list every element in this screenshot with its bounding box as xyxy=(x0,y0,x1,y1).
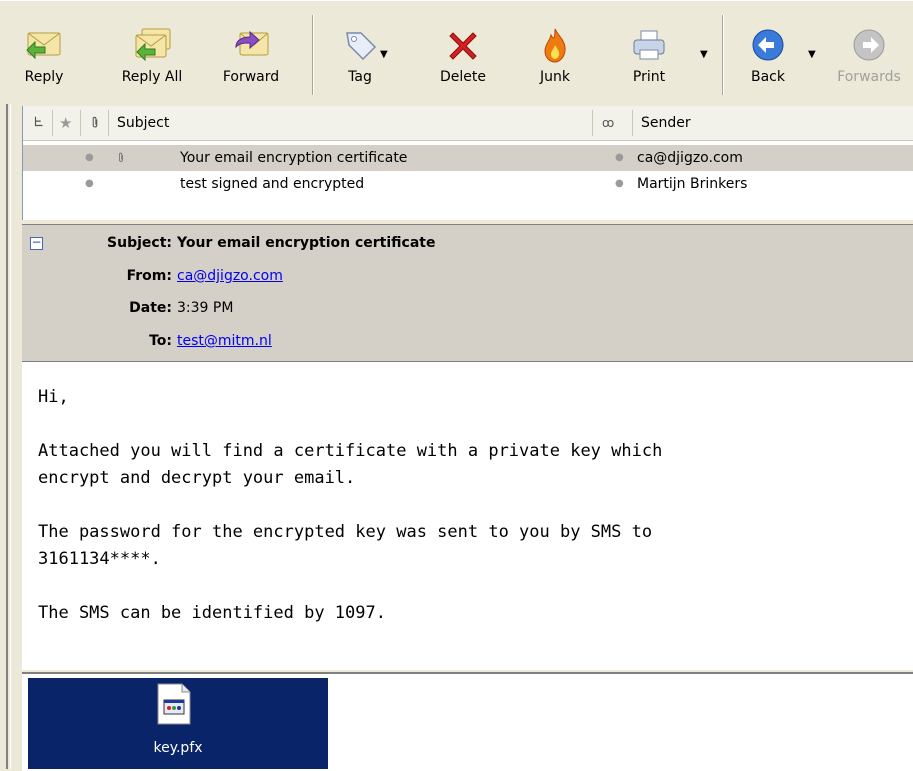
header-date-row: Date: 3:39 PM xyxy=(22,294,913,322)
reply-all-label: Reply All xyxy=(121,69,183,85)
thread-header: ★ Subject ꝏ Sender xyxy=(23,106,913,141)
forward-icon xyxy=(235,30,269,56)
tag-label: Tag xyxy=(348,69,372,85)
tag-icon xyxy=(346,32,377,61)
toolbar-separator xyxy=(722,15,724,95)
to-email-link[interactable]: test@mitm.nl xyxy=(177,327,272,355)
forward-arrow-icon xyxy=(853,29,885,61)
forwards-button[interactable]: Forwards xyxy=(826,1,912,101)
forwards-label: Forwards xyxy=(837,69,901,85)
read-status-dot-icon: ● xyxy=(615,178,624,189)
message-row[interactable]: ● test signed and encrypted ● Martijn Br… xyxy=(23,171,913,197)
splitter-line xyxy=(6,104,8,769)
attachment-pane: key.pfx xyxy=(22,672,913,771)
back-button[interactable]: Back xyxy=(738,1,798,101)
thread-column-header[interactable] xyxy=(25,110,53,136)
attachment-column-header[interactable] xyxy=(81,110,109,136)
from-label: From: xyxy=(126,268,172,284)
message-subject: test signed and encrypted xyxy=(180,176,365,192)
forward-label: Forward xyxy=(222,69,280,85)
mail-toolbar: Reply Reply All Forward Tag ▼ Delete Jun… xyxy=(0,0,913,104)
date-label: Date: xyxy=(129,300,172,316)
attachment-filename: key.pfx xyxy=(153,740,203,756)
message-row[interactable]: ● Your email encryption certificate ● ca… xyxy=(23,145,913,171)
message-sender: Martijn Brinkers xyxy=(637,176,748,192)
junk-label: Junk xyxy=(540,69,570,85)
reply-all-icon xyxy=(135,28,171,62)
read-column-header[interactable]: ꝏ xyxy=(593,110,633,136)
paperclip-icon xyxy=(119,152,123,162)
tag-dropdown-arrow-icon[interactable]: ▼ xyxy=(380,49,388,60)
print-button[interactable]: Print xyxy=(614,1,684,101)
delete-label: Delete xyxy=(440,69,486,85)
delete-icon xyxy=(449,32,477,60)
header-to-row: To: test@mitm.nl xyxy=(22,327,913,355)
left-gutter xyxy=(0,104,22,769)
subject-column-label: Subject xyxy=(117,115,170,131)
star-icon: ★ xyxy=(59,114,73,132)
reply-button[interactable]: Reply xyxy=(14,1,74,101)
sender-column-header[interactable]: Sender xyxy=(633,110,913,136)
header-subject-row: Subject: Your email encryption certifica… xyxy=(22,229,913,257)
print-dropdown-arrow-icon[interactable]: ▼ xyxy=(700,49,708,60)
subject-value: Your email encryption certificate xyxy=(177,235,436,251)
message-body-text: Hi, Attached you will find a certificate… xyxy=(38,387,663,623)
certificate-file-icon xyxy=(157,683,191,725)
junk-button[interactable]: Junk xyxy=(520,1,590,101)
read-status-dot-icon: ● xyxy=(85,178,94,189)
reply-label: Reply xyxy=(24,69,64,85)
back-label: Back xyxy=(751,69,785,85)
message-body-pane[interactable]: Hi, Attached you will find a certificate… xyxy=(22,362,913,670)
subject-column-header[interactable]: Subject xyxy=(109,110,593,136)
star-column-header[interactable]: ★ xyxy=(53,110,81,136)
delete-button[interactable]: Delete xyxy=(428,1,498,101)
thread-pane: ★ Subject ꝏ Sender ● Your email encrypti… xyxy=(22,106,913,220)
back-arrow-icon xyxy=(752,29,784,61)
header-from-row: From: ca@djigzo.com xyxy=(22,262,913,290)
sender-column-label: Sender xyxy=(641,115,691,131)
to-label: To: xyxy=(149,333,172,349)
splitter-highlight xyxy=(10,104,11,769)
message-header-pane: − Subject: Your email encryption certifi… xyxy=(22,224,913,362)
toolbar-separator xyxy=(312,15,314,95)
reply-all-button[interactable]: Reply All xyxy=(112,1,192,101)
printer-icon xyxy=(633,30,665,60)
message-subject: Your email encryption certificate xyxy=(180,150,408,166)
subject-label: Subject: xyxy=(107,235,172,251)
forward-button[interactable]: Forward xyxy=(212,1,290,101)
read-status-dot-icon: ● xyxy=(615,152,624,163)
glasses-icon: ꝏ xyxy=(602,116,615,130)
flame-icon xyxy=(544,28,566,63)
message-sender: ca@djigzo.com xyxy=(637,150,743,166)
paperclip-icon xyxy=(92,116,98,128)
back-dropdown-arrow-icon[interactable]: ▼ xyxy=(808,49,816,60)
print-label: Print xyxy=(632,69,666,85)
read-status-dot-icon: ● xyxy=(85,152,94,163)
thread-icon xyxy=(34,116,43,127)
date-value: 3:39 PM xyxy=(177,300,234,316)
from-email-link[interactable]: ca@djigzo.com xyxy=(177,262,283,290)
reply-icon xyxy=(26,32,61,60)
attachment-item[interactable]: key.pfx xyxy=(28,678,328,769)
